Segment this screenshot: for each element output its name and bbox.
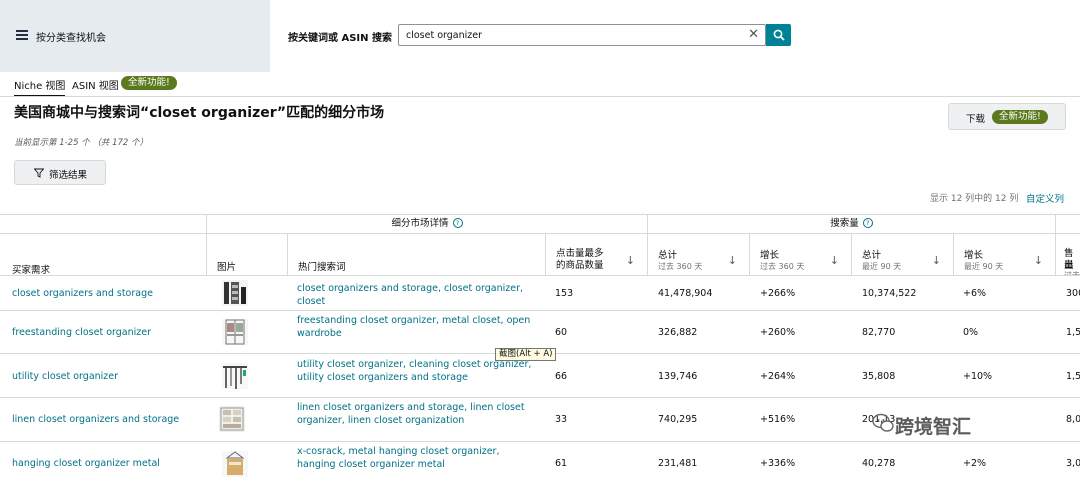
buyer-need-link[interactable]: freestanding closet organizer bbox=[12, 327, 151, 338]
product-thumbnail[interactable] bbox=[221, 450, 249, 478]
total-360-header[interactable]: 总计 过去 360 天 ↓ bbox=[647, 234, 749, 275]
clicked-count: 61 bbox=[555, 458, 568, 469]
total-360: 139,746 bbox=[658, 371, 698, 382]
filter-icon bbox=[34, 168, 44, 178]
sort-arrow-icon[interactable]: ↓ bbox=[1034, 254, 1043, 267]
new-feature-badge: 全新功能! bbox=[992, 110, 1048, 124]
search-button[interactable] bbox=[766, 24, 791, 46]
growth-360: +260% bbox=[760, 327, 796, 338]
sales-header[interactable]: 售出 量 过去 bbox=[1055, 234, 1080, 275]
niche-details-label: 细分市场详情 bbox=[391, 218, 449, 229]
top-search-terms[interactable]: linen closet organizers and storage, lin… bbox=[297, 401, 537, 427]
table-row[interactable]: hanging closet organizer metal x-cosrack… bbox=[0, 442, 1080, 482]
table-header: 买家需求 图片 热门搜索词 点击量最多 的商品数量 ↓ 总计 过去 360 天 … bbox=[0, 234, 1080, 276]
tab-asin-view[interactable]: ASIN 视图 bbox=[72, 77, 119, 92]
customize-columns-link[interactable]: 自定义列 bbox=[1026, 191, 1064, 205]
total-90: 10,374,522 bbox=[862, 288, 917, 299]
search-volume-group: 搜索量? bbox=[647, 214, 1055, 234]
divider bbox=[0, 96, 1080, 97]
hamburger-menu-icon[interactable] bbox=[16, 30, 28, 40]
category-panel[interactable]: 按分类查找机会 bbox=[0, 0, 270, 72]
buyer-need-link[interactable]: linen closet organizers and storage bbox=[12, 414, 179, 425]
page-title: 美国商城中与搜索词“closet organizer”匹配的细分市场 bbox=[14, 105, 385, 121]
keyword-search-label: 按关键词或 ASIN 搜索 bbox=[288, 33, 392, 44]
sort-arrow-icon[interactable]: ↓ bbox=[626, 254, 635, 267]
growth-360: +336% bbox=[760, 458, 796, 469]
sales: 8,0 bbox=[1066, 414, 1080, 425]
buyer-need-link[interactable]: closet organizers and storage bbox=[12, 288, 153, 299]
sales-group bbox=[1055, 214, 1080, 234]
growth-90: +10% bbox=[963, 371, 993, 382]
download-label: 下载 bbox=[966, 114, 986, 125]
table-row[interactable]: closet organizers and storage closet org… bbox=[0, 276, 1080, 311]
sort-arrow-icon[interactable]: ↓ bbox=[728, 254, 737, 267]
total-90: 40,278 bbox=[862, 458, 896, 469]
wechat-logo-icon bbox=[872, 413, 894, 432]
growth-360: +516% bbox=[760, 414, 796, 425]
product-thumbnail[interactable] bbox=[221, 318, 249, 346]
total-360: 41,478,904 bbox=[658, 288, 713, 299]
growth-90-header[interactable]: 增长 最近 90 天 ↓ bbox=[953, 234, 1055, 275]
sort-arrow-icon[interactable]: ↓ bbox=[830, 254, 839, 267]
clicked-count-header[interactable]: 点击量最多 的商品数量 ↓ bbox=[545, 234, 647, 275]
sales: 1,5 bbox=[1066, 327, 1080, 338]
category-search-label[interactable]: 按分类查找机会 bbox=[36, 29, 106, 44]
top-search-terms[interactable]: utility closet organizer, cleaning close… bbox=[297, 358, 537, 384]
total-90: 35,808 bbox=[862, 371, 896, 382]
search-volume-label: 搜索量 bbox=[830, 218, 859, 229]
growth-90: 0% bbox=[963, 327, 979, 338]
info-icon[interactable]: ? bbox=[452, 218, 463, 228]
niche-details-group: 细分市场详情? bbox=[206, 214, 647, 234]
clear-icon[interactable]: ✕ bbox=[748, 28, 759, 42]
total-90-header[interactable]: 总计 最近 90 天 ↓ bbox=[851, 234, 953, 275]
sales: 300 bbox=[1066, 288, 1080, 299]
top-search-terms[interactable]: x-cosrack, metal hanging closet organize… bbox=[297, 445, 537, 471]
buyer-need-header[interactable]: 买家需求 bbox=[12, 262, 50, 276]
search-box[interactable]: ✕ bbox=[398, 24, 766, 46]
top-terms-header: 热门搜索词 bbox=[287, 234, 545, 275]
image-header: 图片 bbox=[206, 234, 287, 275]
search-icon bbox=[773, 29, 785, 41]
clicked-count: 66 bbox=[555, 371, 568, 382]
clicked-count: 153 bbox=[555, 288, 574, 299]
total-360: 326,882 bbox=[658, 327, 698, 338]
filter-results-button[interactable]: 筛选结果 bbox=[14, 160, 106, 185]
new-feature-badge: 全新功能! bbox=[121, 76, 177, 90]
table-group-header: 细分市场详情? 搜索量? bbox=[0, 214, 1080, 234]
total-90: 82,770 bbox=[862, 327, 896, 338]
product-thumbnail[interactable] bbox=[221, 362, 249, 390]
watermark-text: 跨境智汇 bbox=[895, 416, 972, 438]
sort-arrow-icon[interactable]: ↓ bbox=[932, 254, 941, 267]
product-thumbnail[interactable] bbox=[221, 279, 249, 307]
download-button[interactable]: 下载 全新功能! bbox=[948, 103, 1066, 130]
growth-360: +264% bbox=[760, 371, 796, 382]
sales: 3,0 bbox=[1066, 458, 1080, 469]
search-input[interactable] bbox=[406, 28, 736, 42]
top-search-terms[interactable]: freestanding closet organizer, metal clo… bbox=[297, 314, 537, 340]
growth-90: +6% bbox=[963, 288, 987, 299]
growth-360-header[interactable]: 增长 过去 360 天 ↓ bbox=[749, 234, 851, 275]
filter-label: 筛选结果 bbox=[49, 170, 88, 181]
buyer-need-link[interactable]: hanging closet organizer metal bbox=[12, 458, 160, 469]
screenshot-tooltip: 截图(Alt + A) bbox=[495, 348, 557, 361]
result-count: 当前显示第 1-25 个 （共 172 个） bbox=[14, 138, 149, 148]
sales: 1,5 bbox=[1066, 371, 1080, 382]
total-360: 231,481 bbox=[658, 458, 698, 469]
clicked-count: 60 bbox=[555, 327, 568, 338]
growth-90: +2% bbox=[963, 458, 987, 469]
tab-niche-view[interactable]: Niche 视图 bbox=[14, 77, 66, 97]
top-search-terms[interactable]: closet organizers and storage, closet or… bbox=[297, 282, 537, 308]
clicked-count: 33 bbox=[555, 414, 568, 425]
columns-shown-info: 显示 12 列中的 12 列 bbox=[930, 194, 1019, 204]
total-360: 740,295 bbox=[658, 414, 698, 425]
growth-360: +266% bbox=[760, 288, 796, 299]
info-icon[interactable]: ? bbox=[862, 218, 873, 228]
product-thumbnail[interactable] bbox=[218, 405, 246, 433]
buyer-need-link[interactable]: utility closet organizer bbox=[12, 371, 118, 382]
